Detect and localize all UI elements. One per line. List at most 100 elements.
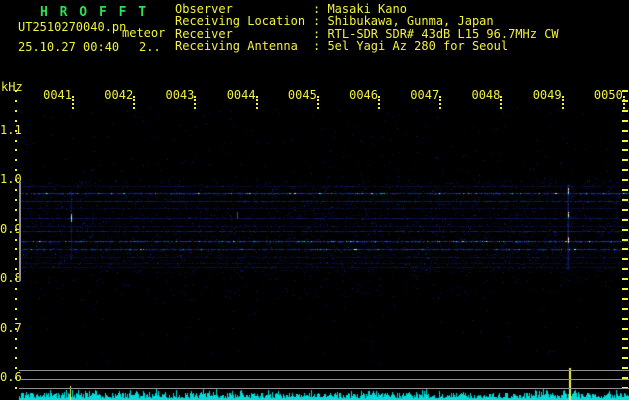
right-axis-tick [622,307,628,310]
y-minor-tick [15,238,17,241]
right-axis-tick [622,268,628,271]
right-axis-tick [622,208,628,211]
datetime-label: 25.10.27 00:40 [18,40,120,54]
info-row: Receiving Antenna: 5el Yagi Az 280 for S… [175,39,559,54]
time-tick-label: 0043 [165,88,195,102]
y-minor-tick [15,297,17,300]
observation-info-block: Observer: Masaki Kano Receiving Location:… [175,3,559,53]
y-minor-tick [15,268,17,271]
y-minor-tick [15,119,17,122]
right-axis-tick [622,129,628,132]
right-axis-tick [622,288,628,290]
time-tick-label: 0045 [287,88,317,102]
y-minor-tick [15,129,17,132]
y-minor-tick [15,169,17,172]
time-tick-label: 0047 [410,88,440,102]
right-axis-tick [622,357,628,360]
y-minor-tick [15,228,17,231]
right-axis-tick [622,109,628,112]
y-minor-tick [15,139,17,142]
y-minor-tick [15,189,17,191]
y-minor-tick [15,377,17,380]
y-minor-tick [15,198,17,201]
right-axis-tick [622,278,628,281]
y-minor-tick [15,278,17,281]
right-axis-tick [622,139,628,142]
time-tick-mark [316,96,319,109]
station-label: meteor [122,26,166,40]
progress-counter: 2.. [139,40,161,54]
time-tick-mark [561,96,564,109]
y-minor-tick [15,347,17,350]
time-tick-mark [194,96,197,109]
time-tick-mark [133,96,136,109]
right-axis-tick [622,337,628,340]
time-tick-mark [378,96,380,109]
time-tick-label: 0041 [43,88,72,102]
time-tick-label: 0049 [532,88,562,102]
count-band-marker-line [19,182,21,281]
right-axis-tick [622,198,628,201]
output-filename-label: UT2510270040.pn [18,20,127,34]
y-minor-tick [15,367,17,370]
y-minor-tick [15,248,17,251]
y-tick-label: 0.6 [0,370,22,384]
time-tick-mark [500,96,503,109]
time-tick-label: 0048 [471,88,501,102]
right-axis-tick [622,347,628,350]
app-title: H R O F F T [40,5,149,20]
right-axis-tick [622,218,628,221]
y-minor-tick [15,90,17,92]
level-reference-line-lower [19,388,629,389]
y-minor-tick [15,327,17,330]
level-reference-line-upper [19,370,629,371]
time-tick-mark [622,96,625,109]
right-axis-tick [622,228,628,231]
time-tick-mark [439,96,442,109]
time-tick-label: 0046 [349,88,378,102]
time-tick-label: 0044 [226,88,256,102]
y-minor-tick [15,387,17,389]
y-minor-tick [15,357,17,360]
y-minor-tick [15,337,17,340]
right-axis-tick [622,90,628,92]
time-tick-mark [255,96,258,109]
level-reference-line-middle [19,379,629,380]
y-minor-tick [15,288,17,290]
y-minor-tick [15,99,17,102]
y-minor-tick [15,317,17,320]
time-tick-label: 0050 [593,88,623,102]
info-label: Receiving Location [175,14,306,29]
right-axis-tick [622,297,628,300]
hrofft-screenshot: H R O F F T UT2510270040.pn meteor 25.10… [0,0,629,400]
right-axis-tick [622,119,628,122]
y-minor-tick [15,159,17,162]
time-tick-label: 0042 [104,88,134,102]
y-minor-tick [15,149,17,152]
right-axis-tick [622,159,628,162]
right-axis-tick [622,169,628,172]
right-axis-tick [622,327,628,330]
y-minor-tick [15,218,17,221]
info-value: 5el Yagi Az 280 for Seoul [327,39,509,54]
y-minor-tick [15,208,17,211]
y-tick-label: 1.1 [0,122,22,137]
info-label: Receiving Antenna [175,39,298,54]
y-minor-tick [15,307,17,310]
right-axis-tick [622,189,628,191]
right-axis-tick [622,149,628,152]
y-axis-unit-label: kHz [1,80,23,94]
info-separator: : [313,39,328,54]
spectrogram-canvas [0,0,629,400]
right-axis-tick [622,367,628,370]
right-axis-tick [622,317,628,320]
time-tick-mark [72,96,74,109]
right-axis-tick [622,248,628,251]
y-tick-label: 0.7 [0,320,22,335]
y-minor-tick [15,179,17,182]
right-axis-tick [622,238,628,241]
right-axis-tick [622,258,628,261]
right-axis-tick [622,179,628,182]
y-minor-tick [15,258,17,261]
y-minor-tick [15,109,17,112]
